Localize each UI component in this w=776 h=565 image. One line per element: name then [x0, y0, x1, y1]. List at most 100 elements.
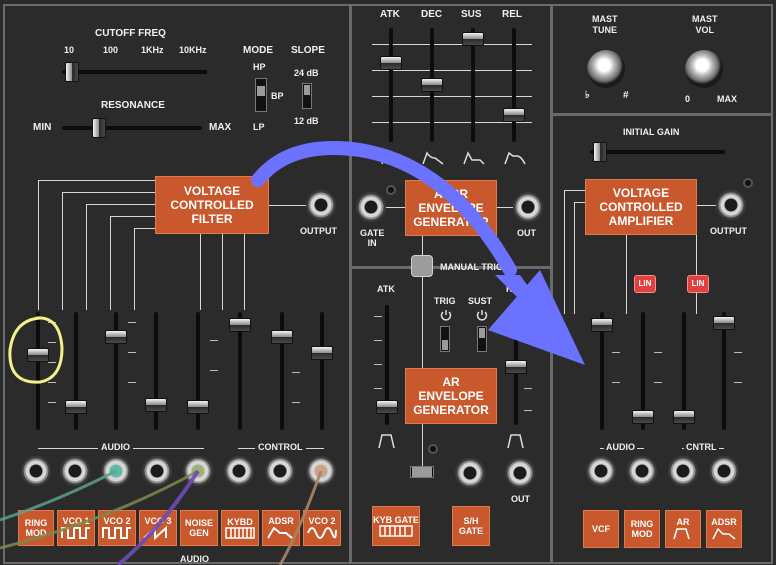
vcf-input-slider-4[interactable]: [145, 398, 167, 412]
adsr-slider-track: [389, 28, 393, 142]
vcf-in-jack-vco2[interactable]: [101, 456, 131, 486]
vca-source-adsr[interactable]: ADSR: [706, 510, 742, 548]
ar-sust-switch[interactable]: [477, 326, 487, 352]
adsr-atk-slider[interactable]: [380, 56, 402, 70]
vca-input-slider-4[interactable]: [713, 316, 735, 330]
manual-trig-line: [422, 236, 423, 255]
vca-input-slider-1[interactable]: [591, 318, 613, 332]
vca-source-ar[interactable]: AR: [665, 510, 701, 548]
vcf-input-slider-7[interactable]: [271, 330, 293, 344]
adsr-gate-in-jack[interactable]: [356, 192, 386, 222]
ar-sh-gate-jack[interactable]: [455, 458, 485, 488]
vcf-in-jack-kybd[interactable]: [224, 456, 254, 486]
vcf-in-jack-noise[interactable]: [183, 456, 213, 486]
keyboard-icon: [225, 527, 255, 539]
vcf-in-jack-vco3[interactable]: [142, 456, 172, 486]
ar-trig-label: TRIG: [434, 296, 456, 306]
vcf-source-vco2[interactable]: VCO 2: [98, 510, 136, 546]
ar-envelope-icon: [378, 434, 395, 449]
vca-lin-button-1[interactable]: LIN: [634, 275, 656, 293]
vca-source-ring-mod[interactable]: RING MOD: [624, 510, 660, 548]
adsr-sus-slider[interactable]: [462, 32, 484, 46]
vcf-slider-track: [36, 312, 40, 430]
ar-sh-gate-button[interactable]: S/H GATE: [452, 506, 490, 546]
slider-tick: [654, 382, 662, 383]
ar-atk-slider[interactable]: [376, 400, 398, 414]
slope-switch[interactable]: [302, 83, 312, 109]
ar-sust-label: SUST: [468, 296, 493, 306]
vcf-source-noise-gen[interactable]: NOISE GEN: [180, 510, 218, 546]
initial-gain-slider[interactable]: [593, 142, 607, 162]
vca-input-line: [574, 202, 575, 314]
adsr-rel-label: REL: [502, 9, 522, 20]
vcf-input-slider-1[interactable]: [27, 348, 49, 362]
vcf-in-jack-adsr[interactable]: [265, 456, 295, 486]
vcf-input-slider-3[interactable]: [105, 330, 127, 344]
resonance-track: [62, 126, 202, 130]
vcf-input-slider-6[interactable]: [229, 318, 251, 332]
vca-output-jack[interactable]: [716, 190, 746, 220]
ar-gate-line: [422, 424, 423, 472]
vcf-in-jack-vco1[interactable]: [60, 456, 90, 486]
resonance-max-label: MAX: [209, 122, 232, 133]
vcf-source-vco3[interactable]: VCO 3: [139, 510, 177, 546]
vca-audio-label: AUDIO: [604, 442, 637, 452]
cutoff-scale-10: 10: [64, 45, 75, 55]
vcf-output-jack[interactable]: [306, 190, 336, 220]
vca-source-vcf[interactable]: VCF: [583, 510, 619, 548]
ar-kyb-gate-button[interactable]: KYB GATE: [372, 506, 420, 546]
slider-tick: [128, 352, 136, 353]
mast-vol-label: MAST VOL: [692, 14, 718, 35]
slider-tick: [292, 372, 300, 373]
vcf-input-slider-5[interactable]: [187, 400, 209, 414]
mode-switch[interactable]: [255, 78, 267, 112]
vcf-input-line: [134, 228, 155, 229]
vca-in-jack-ar[interactable]: [668, 456, 698, 486]
vcf-input-line: [38, 180, 39, 310]
vcf-input-line: [62, 192, 63, 310]
ar-gate-source-switch[interactable]: [410, 466, 434, 478]
vcf-input-slider-2[interactable]: [65, 400, 87, 414]
vca-lin-button-2[interactable]: LIN: [687, 275, 709, 293]
adsr-dec-slider[interactable]: [421, 78, 443, 92]
adsr-atk-label: ATK: [380, 9, 400, 20]
ar-out-jack[interactable]: [505, 458, 535, 488]
vcf-source-ring-mod[interactable]: RING MOD: [18, 510, 54, 546]
envelope-shape-icon: [504, 151, 526, 165]
vca-input-slider-2[interactable]: [632, 410, 654, 424]
mast-vol-max: MAX: [717, 94, 737, 104]
vca-in-jack-adsr[interactable]: [709, 456, 739, 486]
vcf-in-jack-vco2-ctrl[interactable]: [306, 456, 336, 486]
vcf-input-slider-8[interactable]: [311, 346, 333, 360]
vcf-source-vco2-ctrl[interactable]: VCO 2: [303, 510, 341, 546]
adsr-gate-led: [386, 185, 396, 195]
vcf-source-adsr[interactable]: ADSR: [262, 510, 300, 546]
mast-vol-knob[interactable]: [685, 50, 723, 88]
vcf-control-label: CONTROL: [255, 442, 306, 452]
vca-in-jack-ring-mod[interactable]: [627, 456, 657, 486]
vca-input-line: [574, 202, 585, 203]
vcf-in-jack-ring-mod[interactable]: [21, 456, 51, 486]
vcf-source-vco1[interactable]: VCO 1: [57, 510, 95, 546]
adsr-out-jack[interactable]: [513, 192, 543, 222]
vcf-input-line: [86, 204, 155, 205]
mast-tune-knob[interactable]: [587, 50, 625, 88]
slider-tick: [128, 382, 136, 383]
ar-trig-switch[interactable]: [440, 326, 450, 352]
resonance-slider[interactable]: [92, 118, 106, 138]
manual-trig-button[interactable]: [411, 255, 433, 277]
vcf-source-kybd[interactable]: KYBD: [221, 510, 259, 546]
keyboard-icon: [379, 525, 413, 537]
slider-tick: [524, 388, 532, 389]
ar-rel-slider[interactable]: [505, 360, 527, 374]
adsr-grid: [372, 70, 532, 71]
envelope-shape-icon: [463, 151, 485, 165]
power-icon: [440, 310, 452, 321]
vca-in-jack-vcf[interactable]: [586, 456, 616, 486]
adsr-rel-slider[interactable]: [503, 108, 525, 122]
ar-module: AR ENVELOPE GENERATOR: [405, 368, 497, 424]
vca-input-slider-3[interactable]: [673, 410, 695, 424]
vca-output-line: [697, 205, 716, 206]
cutoff-freq-slider[interactable]: [65, 62, 79, 82]
vcf-input-line: [110, 216, 111, 310]
